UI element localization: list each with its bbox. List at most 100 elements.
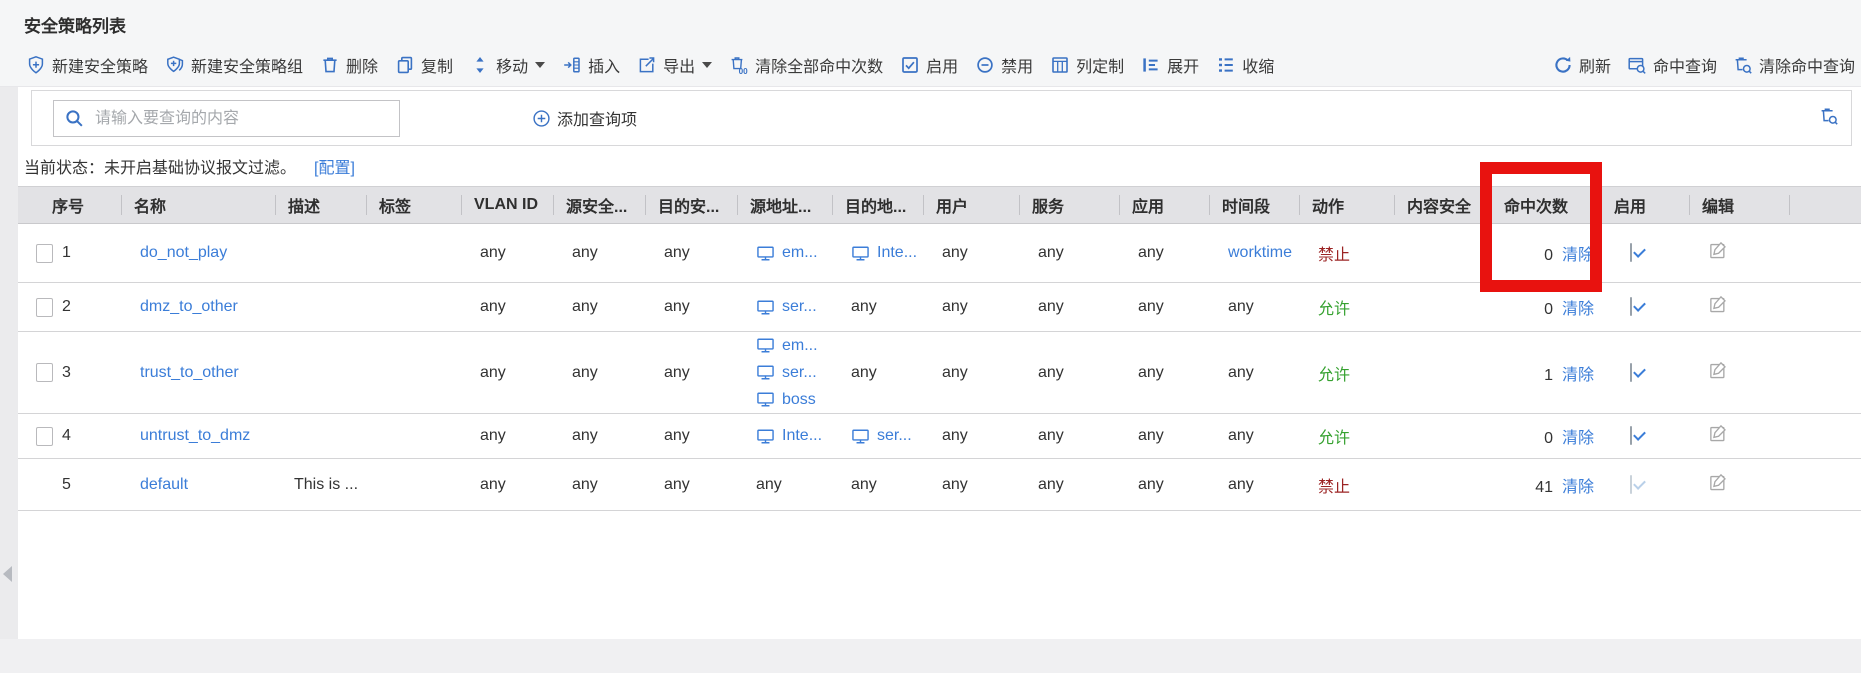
- edit-button[interactable]: [1708, 472, 1729, 493]
- cell-time: any: [1210, 414, 1300, 459]
- cell-name: untrust_to_dmz: [122, 414, 276, 459]
- cell-user: any: [924, 332, 1020, 414]
- clear-hits-link[interactable]: 清除: [1562, 301, 1594, 318]
- cell-desc: [276, 283, 367, 332]
- row-select-checkbox[interactable]: [36, 298, 53, 317]
- refresh-button[interactable]: 刷新: [1553, 53, 1611, 77]
- enable-button[interactable]: 启用: [900, 53, 958, 77]
- address-value: any: [756, 476, 782, 493]
- cell-edit: [1690, 459, 1790, 511]
- edit-button[interactable]: [1708, 360, 1729, 381]
- column-customize-button[interactable]: 列定制: [1050, 53, 1124, 77]
- column-header-vlan: VLAN ID: [462, 187, 554, 224]
- collapse-button[interactable]: 收缩: [1216, 53, 1274, 77]
- move-button[interactable]: 移动: [470, 53, 545, 77]
- row-select-checkbox[interactable]: [36, 427, 53, 446]
- copy-button[interactable]: 复制: [395, 53, 453, 77]
- enable-checkbox[interactable]: [1630, 297, 1632, 316]
- new-policy-group-button[interactable]: 新建安全策略组: [165, 53, 303, 77]
- address-object-link[interactable]: ser...: [877, 427, 912, 445]
- cell-vlan: any: [462, 224, 554, 283]
- clear-hits-link[interactable]: 清除: [1562, 430, 1594, 447]
- delete-button-label: 删除: [346, 53, 378, 77]
- hit-query-button[interactable]: 命中查询: [1627, 53, 1717, 77]
- export-button[interactable]: 导出: [637, 53, 712, 77]
- cell-tag: [367, 332, 462, 414]
- address-object-link[interactable]: Inte...: [782, 427, 822, 445]
- cell-dst-zone: any: [646, 459, 738, 511]
- action-value: 允许: [1318, 430, 1350, 447]
- cell-value: any: [1138, 244, 1164, 261]
- policy-name-link[interactable]: default: [140, 476, 188, 493]
- add-query-button[interactable]: 添加查询项: [532, 91, 637, 145]
- clear-hits-link[interactable]: 清除: [1562, 247, 1594, 264]
- cell-user: any: [924, 283, 1020, 332]
- delete-button[interactable]: 删除: [320, 53, 378, 77]
- cell-action: 允许: [1300, 414, 1395, 459]
- cell-content-security: [1395, 224, 1492, 283]
- search-panel: 添加查询项: [31, 90, 1852, 146]
- column-header-app: 应用: [1120, 187, 1210, 224]
- address-object-link[interactable]: em...: [782, 244, 818, 262]
- address-object: ser...: [756, 359, 833, 386]
- insert-button[interactable]: 插入: [562, 53, 620, 77]
- policy-name-link[interactable]: untrust_to_dmz: [140, 427, 250, 444]
- cell-src-zone: any: [554, 224, 646, 283]
- plus-circle-icon: [532, 109, 551, 128]
- column-header-filler: [1790, 187, 1861, 224]
- cell-value: any: [942, 476, 968, 493]
- cell-value: any: [1138, 476, 1164, 493]
- address-object-link[interactable]: boss: [782, 391, 816, 409]
- row-select-checkbox[interactable]: [36, 363, 53, 382]
- edit-button[interactable]: [1708, 423, 1729, 444]
- policy-name-link[interactable]: trust_to_other: [140, 364, 239, 381]
- cell-service: any: [1020, 332, 1120, 414]
- cell-action: 禁止: [1300, 459, 1395, 511]
- cell-value: any: [572, 364, 598, 381]
- cell-value: any: [480, 427, 506, 444]
- column-header-user: 用户: [924, 187, 1020, 224]
- expand-button[interactable]: 展开: [1141, 53, 1199, 77]
- disable-button[interactable]: 禁用: [975, 53, 1033, 77]
- cell-app: any: [1120, 283, 1210, 332]
- address-object-link[interactable]: ser...: [782, 298, 817, 316]
- address-object-link[interactable]: em...: [782, 337, 818, 355]
- clear-hits-link[interactable]: 清除: [1562, 367, 1594, 384]
- cell-src-addr: any: [738, 459, 833, 511]
- enable-checkbox[interactable]: [1630, 426, 1632, 445]
- cell-src-addr: em...: [738, 224, 833, 283]
- address-object-link[interactable]: ser...: [782, 364, 817, 382]
- row-select-checkbox[interactable]: [36, 244, 53, 263]
- edit-button[interactable]: [1708, 294, 1729, 315]
- config-link[interactable]: [配置]: [314, 154, 355, 178]
- cell-value: any: [480, 364, 506, 381]
- clear-hits-link[interactable]: 清除: [1562, 479, 1594, 496]
- address-value: any: [851, 298, 877, 315]
- address-object-link[interactable]: Inte...: [877, 244, 917, 262]
- policy-name-link[interactable]: dmz_to_other: [140, 298, 238, 315]
- enable-checkbox[interactable]: [1630, 363, 1632, 382]
- table-row: 2dmz_to_otheranyanyanyser...anyanyanyany…: [18, 283, 1861, 332]
- cell-dst-zone: any: [646, 414, 738, 459]
- time-range-link[interactable]: worktime: [1228, 244, 1292, 261]
- cell-filler: [1790, 224, 1861, 283]
- cell-value: any: [480, 476, 506, 493]
- sidebar-collapse-handle[interactable]: [3, 566, 12, 582]
- policy-name-link[interactable]: do_not_play: [140, 244, 227, 261]
- table-row: 5defaultThis is ...anyanyanyanyanyanyany…: [18, 459, 1861, 511]
- cell-filler: [1790, 283, 1861, 332]
- search-input[interactable]: [93, 109, 399, 129]
- clear-all-hits-button[interactable]: 00清除全部命中次数: [729, 53, 883, 77]
- enable-checkbox[interactable]: [1630, 475, 1632, 494]
- enable-checkbox[interactable]: [1630, 243, 1632, 262]
- clear-hit-query-button[interactable]: 清除命中查询: [1733, 53, 1855, 77]
- bottom-band: [0, 639, 1861, 673]
- cell-value: any: [942, 244, 968, 261]
- cell-service: any: [1020, 459, 1120, 511]
- clear-query-trash-search-icon[interactable]: [1819, 106, 1839, 126]
- action-value: 禁止: [1318, 479, 1350, 496]
- copy-button-label: 复制: [421, 53, 453, 77]
- edit-button[interactable]: [1708, 240, 1729, 261]
- action-value: 允许: [1318, 367, 1350, 384]
- new-policy-button[interactable]: 新建安全策略: [26, 53, 148, 77]
